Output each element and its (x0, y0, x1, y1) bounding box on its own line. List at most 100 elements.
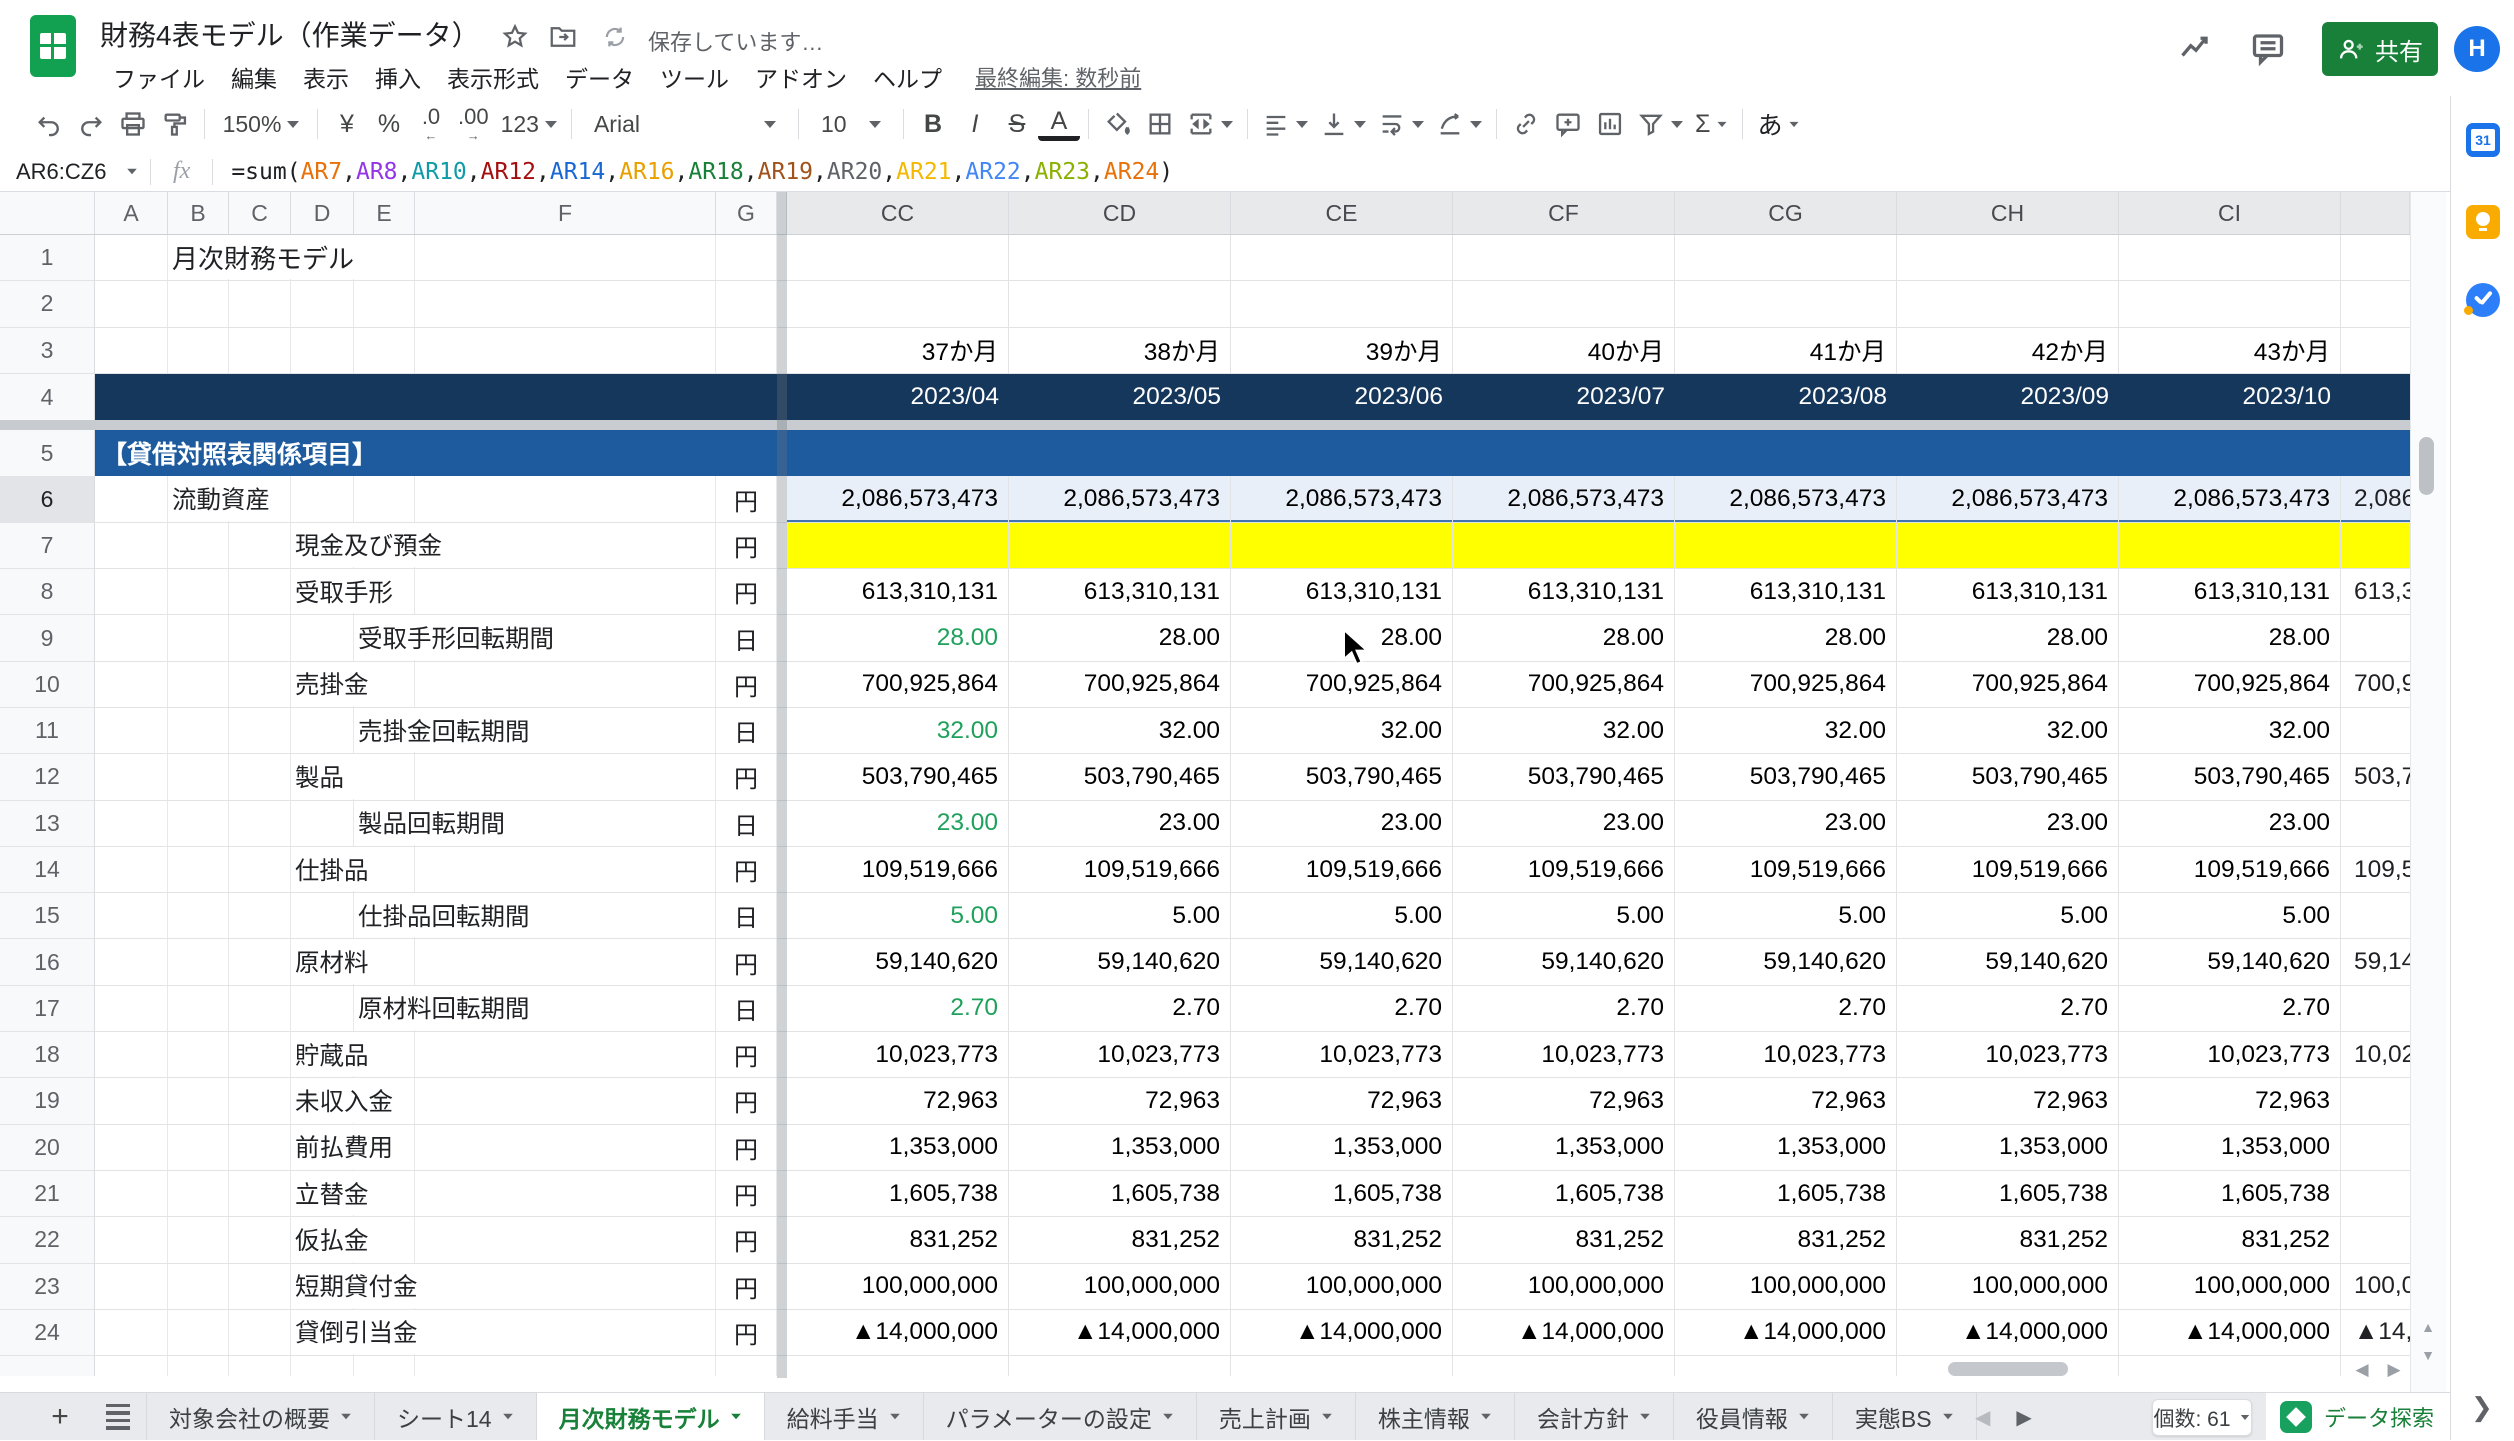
partial-cell[interactable]: 613,3 (2341, 569, 2410, 614)
left-cell[interactable] (95, 754, 168, 799)
partial-cell[interactable] (2341, 1171, 2410, 1216)
data-cell[interactable]: 72,963 (2119, 1078, 2341, 1123)
data-cell[interactable]: 100,000,000 (1009, 1264, 1231, 1309)
data-cell[interactable]: 72,963 (1897, 1078, 2119, 1123)
sheet-tab-menu-icon[interactable] (1481, 1414, 1491, 1420)
data-cell[interactable]: 1,605,738 (1453, 1171, 1675, 1216)
left-cell[interactable] (229, 754, 291, 799)
count-badge[interactable]: 個数: 61 (2152, 1399, 2252, 1436)
row-header-17[interactable]: 17 (0, 986, 95, 1031)
left-cell[interactable] (229, 1032, 291, 1077)
data-cell[interactable]: 2.70 (1897, 986, 2119, 1031)
left-cell[interactable] (354, 1356, 415, 1376)
data-cell[interactable] (1009, 235, 1231, 280)
data-cell[interactable]: 831,252 (1897, 1217, 2119, 1262)
data-cell[interactable] (1897, 523, 2119, 568)
data-cell[interactable]: 109,519,666 (1897, 847, 2119, 892)
unit-cell[interactable]: 円 (716, 1264, 777, 1309)
data-cell[interactable] (1675, 523, 1897, 568)
row-header-18[interactable]: 18 (0, 1032, 95, 1077)
data-cell[interactable]: 2,086,573,473 (1009, 476, 1231, 521)
font-size-select[interactable]: 10 (807, 102, 895, 146)
left-cell[interactable] (168, 1171, 229, 1216)
date-cell[interactable]: 2023/10 (2119, 374, 2341, 420)
left-cell[interactable] (415, 1356, 716, 1376)
sheet-tab-menu-icon[interactable] (341, 1414, 351, 1420)
data-cell[interactable]: 109,519,666 (1453, 847, 1675, 892)
left-cell[interactable] (291, 986, 354, 1031)
sheet-tab-menu-icon[interactable] (503, 1414, 513, 1420)
left-cell[interactable] (168, 801, 229, 846)
column-header-A[interactable]: A (95, 192, 168, 234)
partial-cell[interactable] (2341, 801, 2410, 846)
left-cell[interactable] (95, 801, 168, 846)
left-cell[interactable] (229, 939, 291, 984)
data-cell[interactable]: 700,925,864 (1009, 662, 1231, 707)
data-cell[interactable] (2119, 523, 2341, 568)
column-header-E[interactable]: E (354, 192, 415, 234)
partial-cell[interactable]: 2,086, (2341, 476, 2410, 521)
avatar[interactable]: H (2454, 26, 2500, 72)
merge-cells-icon[interactable] (1181, 102, 1239, 146)
data-cell[interactable] (1231, 235, 1453, 280)
zoom-select[interactable]: 150% (213, 102, 309, 146)
left-cell[interactable] (415, 939, 716, 984)
data-cell[interactable]: 1,353,000 (1453, 1125, 1675, 1170)
left-cell[interactable] (291, 281, 354, 326)
left-cell[interactable] (291, 615, 354, 660)
name-box[interactable]: AR6:CZ6 (0, 152, 150, 191)
unit-cell[interactable]: 円 (716, 1125, 777, 1170)
data-cell[interactable] (1453, 523, 1675, 568)
decrease-decimal-button[interactable]: .0← (410, 102, 452, 146)
row-header-6[interactable]: 6 (0, 476, 95, 521)
left-cell[interactable] (168, 1356, 229, 1376)
data-cell[interactable]: 503,790,465 (2119, 754, 2341, 799)
row-header-20[interactable]: 20 (0, 1125, 95, 1170)
scroll-up-icon[interactable]: ▲ (2412, 1314, 2444, 1340)
left-cell[interactable] (415, 281, 716, 326)
left-cell[interactable] (291, 328, 354, 373)
data-cell[interactable]: 23.00 (787, 801, 1009, 846)
data-cell[interactable]: 59,140,620 (1675, 939, 1897, 984)
data-cell[interactable]: 700,925,864 (1453, 662, 1675, 707)
data-cell[interactable]: 1,353,000 (1897, 1125, 2119, 1170)
sheets-logo[interactable] (30, 15, 76, 77)
data-cell[interactable] (2119, 281, 2341, 326)
partial-cell[interactable] (2341, 281, 2410, 326)
data-cell[interactable]: 72,963 (1231, 1078, 1453, 1123)
left-cell[interactable] (229, 615, 291, 660)
data-cell[interactable]: 613,310,131 (1453, 569, 1675, 614)
left-cell[interactable] (415, 847, 716, 892)
left-cell[interactable] (168, 281, 229, 326)
left-cell[interactable] (415, 523, 716, 568)
left-cell[interactable] (95, 1032, 168, 1077)
left-cell[interactable] (229, 1078, 291, 1123)
menu-edit[interactable]: 編集 (218, 56, 290, 98)
format-percent-button[interactable]: % (368, 102, 410, 146)
data-cell[interactable] (1231, 281, 1453, 326)
data-cell[interactable] (1231, 1356, 1453, 1376)
sheet-tab-給料手当[interactable]: 給料手当 (765, 1393, 924, 1440)
comment-icon[interactable] (2250, 30, 2286, 66)
data-cell[interactable]: 503,790,465 (1675, 754, 1897, 799)
data-cell[interactable] (1009, 281, 1231, 326)
data-cell[interactable]: 1,605,738 (787, 1171, 1009, 1216)
data-cell[interactable]: 28.00 (1009, 615, 1231, 660)
data-cell[interactable]: 28.00 (1897, 615, 2119, 660)
data-cell[interactable] (1675, 281, 1897, 326)
left-cell[interactable] (168, 939, 229, 984)
data-cell[interactable]: 100,000,000 (1897, 1264, 2119, 1309)
data-cell[interactable]: 831,252 (1453, 1217, 1675, 1262)
row-header-11[interactable]: 11 (0, 708, 95, 753)
partial-cell[interactable] (2341, 1125, 2410, 1170)
unit-cell[interactable]: 日 (716, 986, 777, 1031)
partial-cell[interactable] (2341, 1078, 2410, 1123)
left-cell[interactable] (168, 1217, 229, 1262)
sheet-tab-menu-icon[interactable] (1799, 1414, 1809, 1420)
partial-cell[interactable] (2341, 893, 2410, 938)
column-header-G[interactable]: G (716, 192, 777, 234)
left-cell[interactable] (415, 1264, 716, 1309)
data-cell[interactable] (1897, 235, 2119, 280)
left-cell[interactable] (95, 523, 168, 568)
data-cell[interactable]: 10,023,773 (1453, 1032, 1675, 1077)
